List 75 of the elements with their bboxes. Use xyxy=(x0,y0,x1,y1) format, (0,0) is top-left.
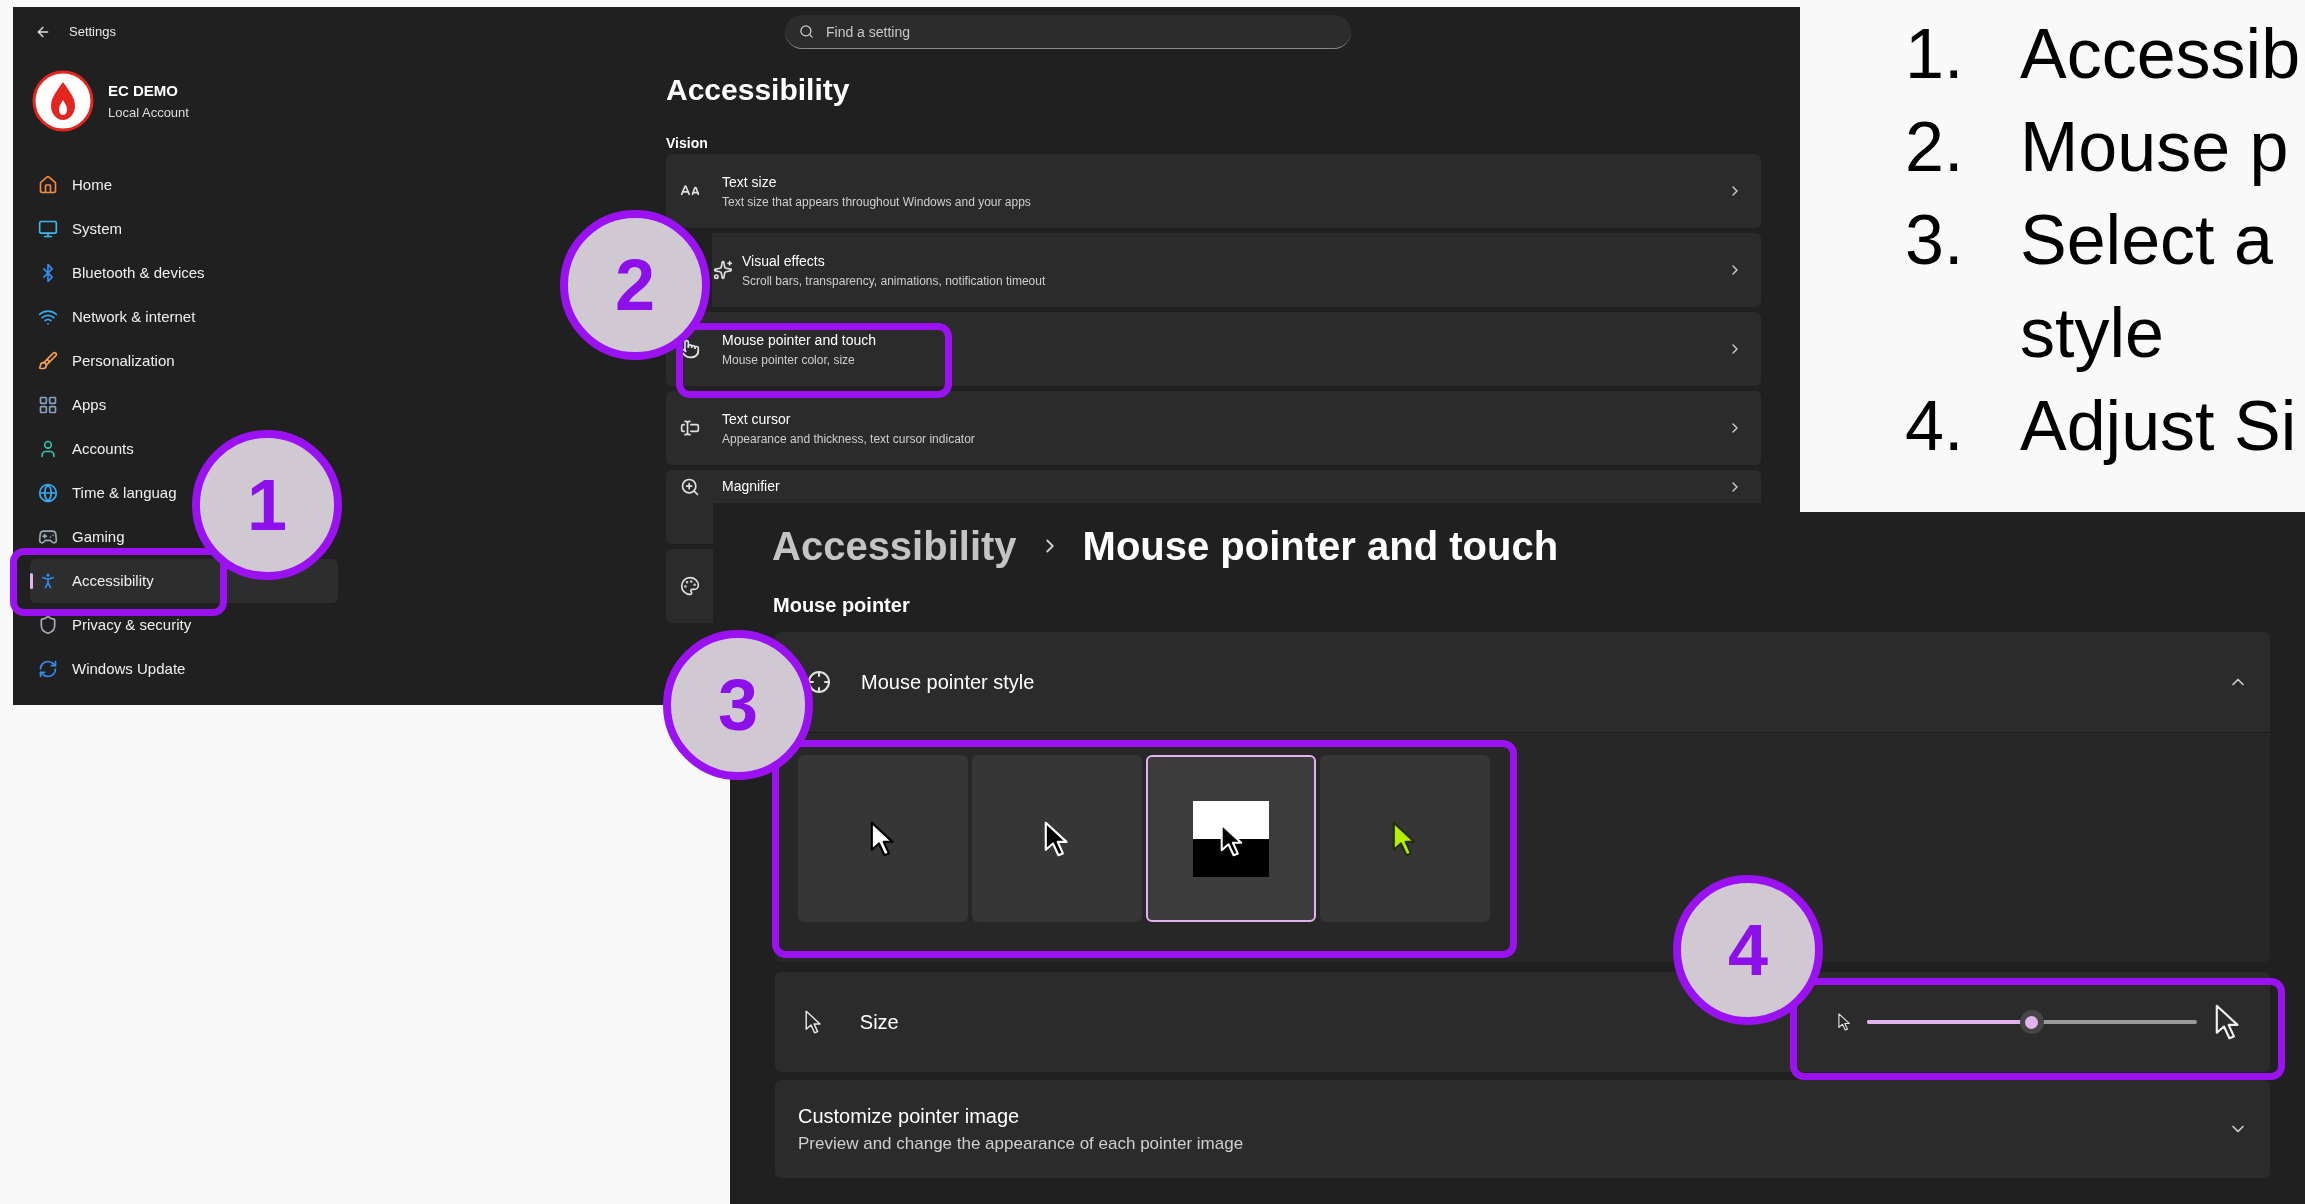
globe-icon xyxy=(38,483,58,503)
card-title: Text cursor xyxy=(722,409,792,429)
settings-card[interactable]: Text cursor Appearance and thickness, text cursor indicator xyxy=(666,391,1761,465)
sparkle-icon xyxy=(713,260,733,280)
sidebar-item[interactable]: Bluetooth & devices xyxy=(30,251,207,295)
pointer-style-header[interactable]: Mouse pointer style xyxy=(775,632,2270,732)
large-pointer-icon xyxy=(2214,1004,2240,1040)
settings-card[interactable]: Visual effects Scroll bars, transparency, animations, notification timeout xyxy=(712,233,1761,307)
settings-card[interactable] xyxy=(666,549,713,623)
card-title: Customize pointer image xyxy=(798,1104,1021,1130)
step-text: Accessib xyxy=(2020,14,2302,95)
step-number: 3. xyxy=(1905,200,1965,281)
settings-card[interactable]: Magnifier xyxy=(666,470,1761,503)
step-number: 1. xyxy=(1905,14,1965,95)
card-title: Visual effects xyxy=(742,251,826,271)
card-subtitle: Mouse pointer color, size xyxy=(722,351,856,369)
search-icon xyxy=(799,24,814,39)
breadcrumb-parent[interactable]: Accessibility xyxy=(772,522,1017,570)
breadcrumb-current: Mouse pointer and touch xyxy=(1082,523,1559,570)
page-title: Accessibility xyxy=(666,72,851,108)
card-subtitle: Preview and change the appearance of each pointer image xyxy=(798,1133,1245,1156)
slider-thumb[interactable] xyxy=(2019,1010,2044,1034)
brush-icon xyxy=(38,351,58,371)
zoom-icon xyxy=(680,476,700,497)
card-subtitle: Appearance and thickness, text cursor indicator xyxy=(722,430,976,448)
home-icon xyxy=(38,175,58,195)
customize-card[interactable]: Customize pointer image Preview and change the appearance of each pointer image xyxy=(775,1080,2270,1178)
size-label: Size xyxy=(859,1010,900,1035)
account-type: Local Account xyxy=(108,103,189,122)
card-subtitle: Scroll bars, transparency, animations, notification timeout xyxy=(742,272,1047,290)
shield-icon xyxy=(38,615,58,635)
person-icon xyxy=(38,439,58,459)
pointer-arrow-icon xyxy=(870,820,896,857)
palette-icon xyxy=(680,576,700,596)
sidebar-item[interactable]: Time & languag xyxy=(30,471,179,515)
pointer-arrow-icon xyxy=(1044,820,1070,857)
sidebar-item[interactable]: Personalization xyxy=(30,339,177,383)
wifi-icon xyxy=(38,307,58,327)
pointer-arrow-icon xyxy=(805,1010,822,1034)
card-title: Magnifier xyxy=(722,477,781,496)
sidebar-item[interactable]: Network & internet xyxy=(30,295,198,339)
pointer-arrow-icon xyxy=(1392,820,1418,857)
back-icon[interactable] xyxy=(35,24,51,40)
small-pointer-icon xyxy=(1838,1013,1851,1031)
section-heading: Mouse pointer xyxy=(773,593,911,618)
flame-logo xyxy=(32,70,94,132)
sidebar-item[interactable]: Gaming xyxy=(30,515,127,559)
step-text: Select a style xyxy=(2020,200,2274,374)
card-title: Text size xyxy=(722,172,778,192)
monitor-icon xyxy=(38,219,58,239)
sidebar-item[interactable]: Accounts xyxy=(30,427,136,471)
window-title: Settings xyxy=(69,23,116,42)
card-subtitle: Text size that appears throughout Windows and your apps xyxy=(722,193,1032,211)
text-cursor-icon xyxy=(680,418,700,438)
step-number: 4. xyxy=(1905,386,1965,467)
pointer-style-icon xyxy=(807,670,831,694)
step-text: Mouse p xyxy=(2020,107,2290,188)
refresh-icon xyxy=(38,659,58,679)
grid-icon xyxy=(38,395,58,415)
sidebar-item[interactable]: Windows Update xyxy=(30,647,188,691)
search-field[interactable]: Find a setting xyxy=(785,15,1351,49)
pointer-style-option[interactable] xyxy=(1146,755,1316,922)
settings-card[interactable]: Text size Text size that appears throughout Windows and your apps xyxy=(666,154,1761,228)
card-title: Mouse pointer and touch xyxy=(722,330,878,350)
step-text: Adjust Si xyxy=(2020,386,2298,467)
sidebar-item[interactable]: Apps xyxy=(30,383,109,427)
account-name: EC DEMO xyxy=(108,81,179,101)
settings-card[interactable]: Mouse pointer and touch Mouse pointer color, size xyxy=(666,312,1761,386)
sidebar-item[interactable]: System xyxy=(30,207,124,251)
gamepad-icon xyxy=(38,527,58,547)
step-number: 2. xyxy=(1905,107,1965,188)
size-slider[interactable] xyxy=(1866,1010,2197,1034)
sidebar-item[interactable]: Home xyxy=(30,163,114,207)
sidebar-item[interactable]: Privacy & security xyxy=(30,603,194,647)
section-heading: Vision xyxy=(666,134,709,152)
